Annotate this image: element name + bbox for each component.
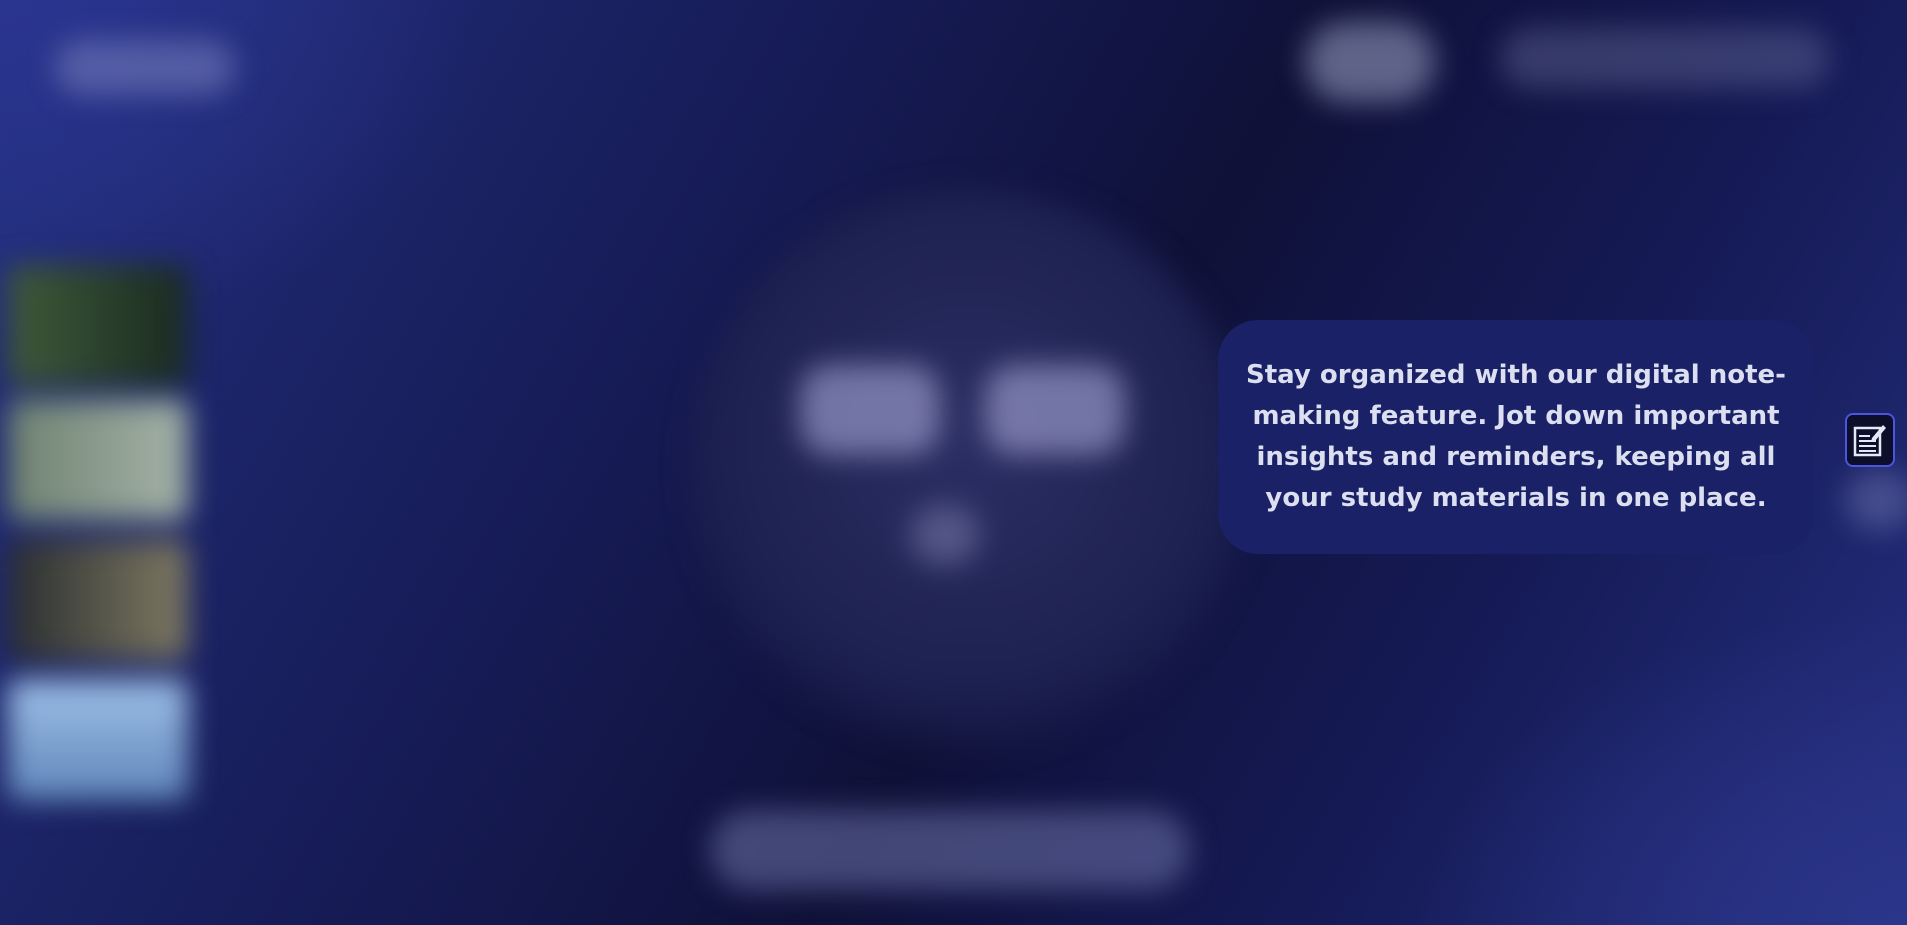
blurred-thumbnail (8, 540, 188, 660)
blurred-logo (55, 40, 235, 95)
blurred-header-button (1305, 22, 1435, 102)
blurred-timer-digits (985, 365, 1125, 455)
blurred-timer-label (910, 505, 980, 565)
blurred-thumbnail (8, 680, 188, 800)
blurred-side-element (1845, 470, 1907, 530)
tooltip-text: Stay organized with our digital note-mak… (1246, 360, 1786, 513)
feature-tooltip: Stay organized with our digital note-mak… (1218, 320, 1814, 554)
blurred-timer-digits (800, 365, 940, 455)
blurred-controls-bar (710, 810, 1190, 890)
app-screen: Stay organized with our digital note-mak… (0, 0, 1907, 925)
blurred-timer-circle (690, 190, 1250, 750)
blurred-header-nav (1500, 28, 1830, 88)
notes-button[interactable] (1845, 413, 1895, 467)
note-edit-icon (1853, 425, 1886, 457)
blurred-thumbnail (8, 265, 188, 385)
blurred-thumbnail (8, 400, 188, 520)
